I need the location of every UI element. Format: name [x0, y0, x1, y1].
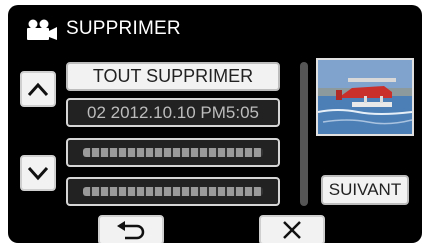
- list-item[interactable]: 02 2012.10.10 PM5:05: [66, 98, 280, 127]
- page-title: SUPPRIMER: [66, 18, 181, 39]
- chevron-up-icon: [27, 82, 49, 97]
- blurred-text: [83, 148, 263, 157]
- close-icon: [283, 221, 301, 239]
- chevron-down-icon: [27, 166, 49, 181]
- scrollbar[interactable]: [300, 62, 308, 206]
- blurred-text: [83, 187, 263, 196]
- close-button[interactable]: [259, 215, 325, 243]
- scroll-up-button[interactable]: [20, 71, 56, 107]
- delete-all-button[interactable]: TOUT SUPPRIMER: [66, 62, 280, 91]
- next-button[interactable]: SUIVANT: [321, 175, 409, 205]
- list-item-label: 02 2012.10.10 PM5:05: [86, 102, 260, 122]
- list-item-placeholder[interactable]: [66, 177, 280, 206]
- header: SUPPRIMER: [8, 5, 422, 45]
- delete-all-label: TOUT SUPPRIMER: [92, 66, 254, 86]
- scroll-down-button[interactable]: [20, 155, 56, 191]
- back-button[interactable]: [98, 215, 164, 243]
- seaplane-image: [318, 60, 412, 134]
- video-camera-icon: [27, 19, 57, 40]
- preview-thumbnail: [316, 58, 414, 136]
- next-label: SUIVANT: [328, 180, 402, 199]
- delete-screen: SUPPRIMER TOUT SUPPRIMER 02 2012.10.10 P…: [8, 5, 422, 243]
- list-item-placeholder[interactable]: [66, 138, 280, 167]
- return-arrow-icon: [117, 221, 145, 240]
